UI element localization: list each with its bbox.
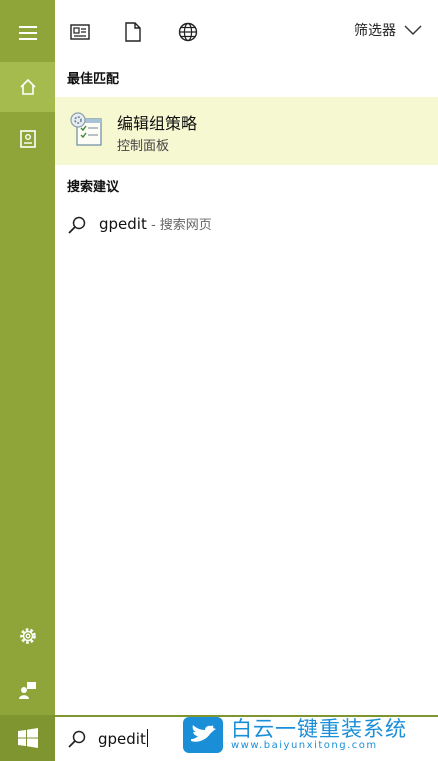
suggestions-heading: 搜索建议	[67, 180, 120, 195]
left-rail	[0, 0, 55, 761]
feedback-icon	[18, 682, 36, 699]
home-icon	[19, 78, 36, 95]
start-button[interactable]	[0, 715, 55, 761]
menu-button[interactable]	[0, 8, 55, 58]
windows-logo-icon	[17, 728, 38, 748]
text-caret	[146, 729, 148, 747]
filter-dropdown[interactable]: 筛选器	[354, 20, 422, 40]
best-match-title: 编辑组策略	[117, 114, 198, 133]
chevron-down-icon	[404, 25, 422, 35]
notebook-icon	[19, 130, 36, 148]
suggestion-term: gpedit	[99, 215, 147, 233]
watermark-title: 白云一键重装系统	[231, 717, 407, 741]
home-button[interactable]	[0, 62, 55, 112]
watermark: 白云一键重装系统 www.baiyunxitong.com	[183, 713, 433, 755]
apps-filter-button[interactable]	[66, 18, 94, 46]
notebook-button[interactable]	[0, 114, 55, 164]
document-icon	[125, 22, 141, 42]
hamburger-icon	[18, 26, 37, 40]
group-policy-icon	[69, 111, 105, 153]
web-filter-button[interactable]	[174, 18, 202, 46]
watermark-url: www.baiyunxitong.com	[231, 740, 378, 751]
apps-icon	[70, 24, 90, 40]
suggestion-web-label: - 搜索网页	[146, 218, 212, 233]
best-match-item[interactable]: 编辑组策略 控制面板	[55, 97, 438, 165]
search-input[interactable]: gpedit	[98, 729, 148, 748]
best-match-subtitle: 控制面板	[117, 139, 170, 154]
globe-icon	[178, 22, 198, 42]
filter-label: 筛选器	[354, 23, 396, 39]
gear-icon	[19, 628, 36, 644]
feedback-button[interactable]	[0, 665, 55, 715]
best-match-heading: 最佳匹配	[67, 72, 120, 87]
search-icon	[68, 730, 86, 748]
bird-logo-icon	[183, 717, 223, 753]
documents-filter-button[interactable]	[119, 18, 147, 46]
search-input-value: gpedit	[98, 730, 146, 748]
search-icon	[68, 216, 86, 234]
settings-button[interactable]	[0, 611, 55, 661]
suggestion-item[interactable]: gpedit - 搜索网页	[55, 206, 438, 242]
